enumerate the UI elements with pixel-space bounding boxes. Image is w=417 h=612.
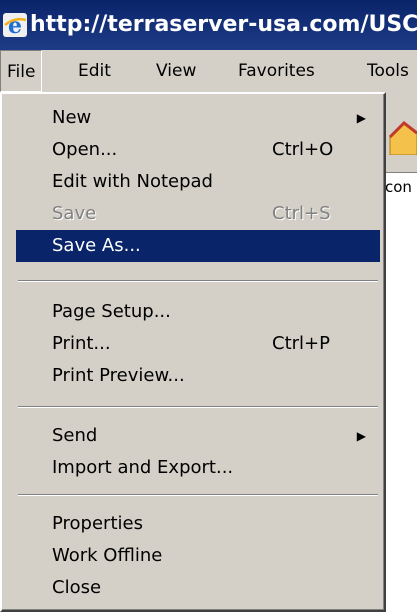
menu-item-shortcut: Ctrl+S bbox=[272, 203, 331, 224]
menu-item-import-export[interactable]: Import and Export... bbox=[16, 452, 380, 484]
menu-item-edit-with-notepad[interactable]: Edit with Notepad bbox=[16, 166, 380, 198]
menu-separator bbox=[18, 280, 378, 282]
menu-item-label: Print Preview... bbox=[52, 365, 185, 386]
menu-file[interactable]: File bbox=[0, 50, 43, 92]
menu-item-shortcut: Ctrl+O bbox=[272, 139, 334, 160]
menu-item-send[interactable]: Send ▶ bbox=[16, 420, 380, 452]
menu-item-open[interactable]: Open... Ctrl+O bbox=[16, 134, 380, 166]
menu-item-label: Edit with Notepad bbox=[52, 171, 213, 192]
window-title: http://terraserver-usa.com/USC bbox=[30, 12, 417, 37]
menu-item-label: Save bbox=[52, 203, 97, 224]
menu-bar: File Edit View Favorites Tools bbox=[0, 50, 417, 92]
menu-item-label: Page Setup... bbox=[52, 301, 171, 322]
menu-item-label: Save As... bbox=[52, 235, 141, 256]
internet-explorer-icon: e bbox=[3, 13, 27, 38]
menu-item-new[interactable]: New ▶ bbox=[16, 102, 380, 134]
menu-item-save-as[interactable]: Save As... bbox=[16, 230, 380, 262]
menu-item-close[interactable]: Close bbox=[16, 572, 380, 604]
menu-separator bbox=[18, 494, 378, 496]
menu-item-page-setup[interactable]: Page Setup... bbox=[16, 296, 380, 328]
file-menu-dropdown: New ▶ Open... Ctrl+O Edit with Notepad S… bbox=[0, 92, 386, 612]
svg-text:e: e bbox=[8, 13, 22, 38]
submenu-arrow-icon: ▶ bbox=[356, 111, 366, 125]
menu-view[interactable]: View bbox=[156, 50, 196, 92]
menu-item-label: Properties bbox=[52, 513, 143, 534]
menu-item-label: Print... bbox=[52, 333, 111, 354]
menu-edit[interactable]: Edit bbox=[78, 50, 111, 92]
home-icon[interactable] bbox=[388, 115, 417, 155]
menu-item-label: Open... bbox=[52, 139, 118, 160]
menu-favorites[interactable]: Favorites bbox=[238, 50, 315, 92]
menu-item-label: Close bbox=[52, 577, 102, 598]
menu-item-print[interactable]: Print... Ctrl+P bbox=[16, 328, 380, 360]
menu-item-label: Work Offline bbox=[52, 545, 163, 566]
menu-item-properties[interactable]: Properties bbox=[16, 508, 380, 540]
menu-item-label: Import and Export... bbox=[52, 457, 234, 478]
page-content-area bbox=[383, 202, 417, 612]
menu-tools[interactable]: Tools bbox=[367, 50, 409, 92]
address-field[interactable]: con bbox=[383, 172, 417, 202]
submenu-arrow-icon: ▶ bbox=[356, 429, 366, 443]
menu-item-save: Save Ctrl+S bbox=[16, 198, 380, 230]
window-title-bar[interactable]: e http://terraserver-usa.com/USC bbox=[0, 0, 417, 50]
menu-item-shortcut: Ctrl+P bbox=[272, 333, 330, 354]
menu-separator bbox=[18, 406, 378, 408]
menu-item-label: Send bbox=[52, 425, 98, 446]
menu-item-label: New bbox=[52, 107, 92, 128]
menu-item-print-preview[interactable]: Print Preview... bbox=[16, 360, 380, 392]
menu-item-work-offline[interactable]: Work Offline bbox=[16, 540, 380, 572]
